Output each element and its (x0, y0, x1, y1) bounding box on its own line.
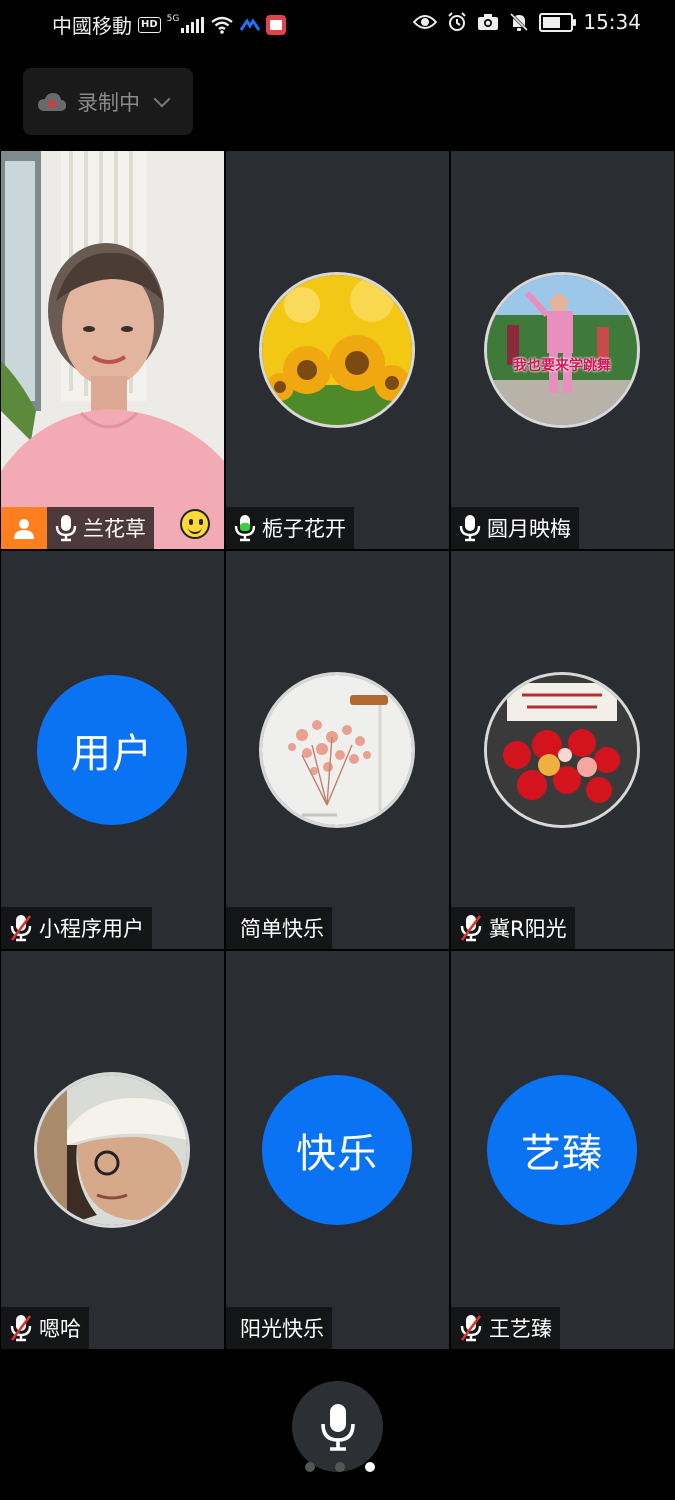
name-label: 栀子花开 (226, 507, 354, 549)
smiley-icon (180, 509, 210, 539)
participant-tile[interactable]: 冀R阳光 (451, 551, 674, 949)
name-label: 圆月映梅 (451, 507, 579, 549)
participant-grid: 兰花草 栀子花开 我也要来学跳舞 圆月映梅 用户 小程序用户 简单快乐 冀R阳光… (0, 150, 675, 1350)
person-icon (14, 519, 34, 539)
name-label: 王艺臻 (451, 1307, 560, 1349)
avatar (487, 675, 637, 825)
avatar (37, 1075, 187, 1225)
mic-muted-icon (459, 914, 483, 942)
name-label: 冀R阳光 (451, 907, 575, 949)
name-label: 简单快乐 (226, 907, 332, 949)
wifi-icon (211, 16, 234, 34)
carrier-label: 中國移動 (52, 14, 132, 38)
avatar: 艺臻 (487, 1075, 637, 1225)
mic-active-icon (234, 514, 256, 542)
cloud-icon (38, 92, 66, 111)
mic-on-icon (459, 514, 481, 542)
participant-tile[interactable]: 兰花草 (1, 151, 224, 549)
participant-tile[interactable]: 我也要来学跳舞 圆月映梅 (451, 151, 674, 549)
mic-muted-icon (9, 914, 33, 942)
reader-app-icon (266, 14, 287, 35)
name-label: 嗯哈 (1, 1307, 89, 1349)
avatar (262, 675, 412, 825)
participant-name: 阳光快乐 (240, 1317, 324, 1341)
mic-on-icon (55, 514, 77, 542)
participant-tile[interactable]: 快乐 阳光快乐 (226, 951, 449, 1349)
battery-icon (539, 12, 577, 32)
clock: 15:34 (583, 10, 641, 34)
app-notify-icon (240, 17, 261, 31)
recording-label: 录制中 (77, 90, 140, 115)
participant-name: 兰花草 (83, 517, 146, 541)
mic-muted-icon (459, 1314, 483, 1342)
participant-name: 简单快乐 (240, 917, 324, 941)
participant-name: 冀R阳光 (489, 917, 567, 941)
name-label: 阳光快乐 (226, 1307, 332, 1349)
page-dot-active[interactable] (365, 1462, 375, 1472)
status-bar: 中國移動 HD 5G 15:34 (0, 0, 675, 46)
video-feed (1, 151, 224, 549)
avatar: 用户 (37, 675, 187, 825)
network-type: 5G (166, 13, 180, 24)
avatar: 快乐 (262, 1075, 412, 1225)
mic-muted-icon (9, 1314, 33, 1342)
participant-name: 王艺臻 (489, 1317, 552, 1341)
page-dot[interactable] (305, 1462, 315, 1472)
recording-indicator[interactable]: 录制中 (23, 68, 193, 135)
name-label: 兰花草 (47, 507, 154, 549)
microphone-icon (320, 1403, 355, 1451)
eye-icon (413, 15, 438, 29)
host-badge (1, 507, 47, 549)
avatar (262, 275, 412, 425)
page-indicator[interactable] (305, 1462, 375, 1472)
participant-name: 嗯哈 (39, 1317, 81, 1341)
participant-tile[interactable]: 栀子花开 (226, 151, 449, 549)
page-dot[interactable] (335, 1462, 345, 1472)
avatar: 我也要来学跳舞 (487, 275, 637, 425)
participant-tile[interactable]: 简单快乐 (226, 551, 449, 949)
hd-icon: HD (138, 16, 161, 33)
mute-toggle-button[interactable] (292, 1381, 383, 1472)
mute-bell-icon (510, 12, 529, 32)
chevron-down-icon (153, 90, 171, 107)
participant-name: 小程序用户 (39, 917, 144, 941)
alarm-icon (448, 12, 467, 31)
name-label: 小程序用户 (1, 907, 152, 949)
participant-tile[interactable]: 用户 小程序用户 (1, 551, 224, 949)
participant-name: 圆月映梅 (487, 517, 571, 541)
participant-tile[interactable]: 嗯哈 (1, 951, 224, 1349)
participant-name: 栀子花开 (262, 517, 346, 541)
participant-tile[interactable]: 艺臻 王艺臻 (451, 951, 674, 1349)
camera-icon (478, 14, 499, 30)
avatar-caption: 我也要来学跳舞 (513, 358, 611, 374)
signal-icon (181, 16, 205, 33)
